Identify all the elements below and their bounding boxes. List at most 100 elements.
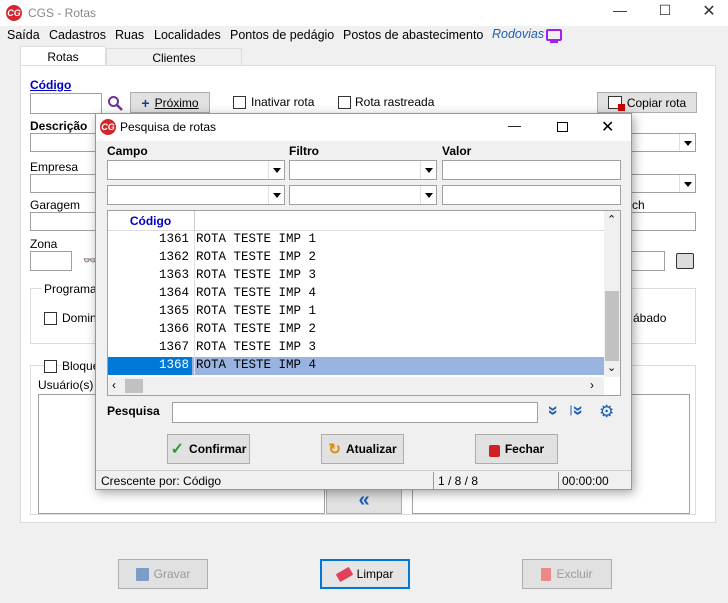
dialog-close-button[interactable]: ✕ bbox=[601, 117, 614, 137]
copiar-rota-button[interactable]: Copiar rota bbox=[597, 92, 697, 113]
search-dialog: CG Pesquisa de rotas — ✕ Campo Filtro Va… bbox=[95, 113, 632, 490]
menu-cadastros[interactable]: Cadastros bbox=[49, 28, 106, 42]
domingo-checkbox[interactable] bbox=[44, 312, 57, 325]
table-row[interactable]: 1366 ROTA TESTE IMP 2 bbox=[108, 321, 604, 339]
empresa-input[interactable] bbox=[30, 174, 96, 193]
gear-icon[interactable]: ⚙ bbox=[599, 402, 614, 422]
check-icon: ✓ bbox=[170, 441, 185, 458]
excluir-button[interactable]: Excluir bbox=[522, 559, 612, 589]
ch-input[interactable] bbox=[630, 212, 696, 231]
rastreada-checkbox[interactable] bbox=[338, 96, 351, 109]
row-desc: ROTA TESTE IMP 4 bbox=[196, 358, 317, 372]
eraser-icon bbox=[335, 566, 353, 582]
filtro-label: Filtro bbox=[289, 144, 319, 158]
close-button[interactable]: ✕ bbox=[690, 1, 728, 21]
limpar-button[interactable]: Limpar bbox=[320, 559, 410, 589]
grid-column-divider bbox=[194, 231, 195, 375]
bloqueio-label: Bloque bbox=[62, 359, 100, 373]
monitor-icon[interactable] bbox=[546, 29, 562, 41]
window-title: CGS - Rotas bbox=[28, 6, 97, 20]
dialog-minimize-button[interactable]: — bbox=[508, 118, 521, 133]
dialog-maximize-button[interactable] bbox=[557, 122, 568, 132]
refresh-icon: ↻ bbox=[328, 441, 341, 458]
table-row[interactable]: 1361 ROTA TESTE IMP 1 bbox=[108, 231, 604, 249]
search-icon[interactable] bbox=[107, 95, 123, 111]
move-left-button[interactable]: « bbox=[326, 486, 402, 514]
table-row[interactable]: 1363 ROTA TESTE IMP 3 bbox=[108, 267, 604, 285]
vertical-scroll-thumb[interactable] bbox=[605, 291, 619, 361]
zona-label: Zona bbox=[30, 237, 58, 251]
minimize-button[interactable]: — bbox=[600, 2, 640, 18]
sabado-label: ábado bbox=[633, 311, 667, 325]
scroll-right-icon[interactable]: › bbox=[590, 378, 594, 392]
menu-localidades[interactable]: Localidades bbox=[154, 28, 221, 42]
filtro-select-1[interactable] bbox=[289, 160, 437, 180]
descricao-right-select[interactable] bbox=[630, 133, 696, 152]
printer-icon[interactable] bbox=[676, 253, 694, 269]
bloqueio-checkbox[interactable] bbox=[44, 360, 57, 373]
row-code: 1368 bbox=[108, 357, 192, 375]
menu-postos-abastecimento[interactable]: Postos de abastecimento bbox=[343, 28, 483, 42]
menu-rodovias[interactable]: Rodovias bbox=[492, 27, 544, 41]
row-code: 1366 bbox=[158, 322, 189, 336]
row-desc: ROTA TESTE IMP 2 bbox=[196, 322, 317, 336]
app-logo-icon: CG bbox=[6, 5, 22, 21]
zona-right-input[interactable] bbox=[630, 251, 665, 271]
proximo-label: Próximo bbox=[154, 95, 199, 110]
menu-ruas[interactable]: Ruas bbox=[115, 28, 144, 42]
grid-header-codigo[interactable]: Código bbox=[108, 214, 193, 228]
valor-input-1[interactable] bbox=[442, 160, 621, 180]
empresa-right-select[interactable] bbox=[630, 174, 696, 193]
campo-select-2[interactable] bbox=[107, 185, 285, 205]
rastreada-label: Rota rastreada bbox=[355, 95, 435, 109]
garagem-input[interactable] bbox=[30, 212, 96, 231]
tab-rotas[interactable]: Rotas bbox=[20, 46, 106, 66]
scroll-down-icon[interactable]: ⌄ bbox=[607, 361, 616, 374]
valor-input-2[interactable] bbox=[442, 185, 621, 205]
table-row[interactable]: 1365 ROTA TESTE IMP 1 bbox=[108, 303, 604, 321]
row-code: 1362 bbox=[158, 250, 189, 264]
title-bar: CG CGS - Rotas — ☐ ✕ bbox=[0, 0, 728, 26]
menu-pontos-pedagio[interactable]: Pontos de pedágio bbox=[230, 28, 334, 42]
menu-saida[interactable]: Saída bbox=[7, 28, 40, 42]
proximo-button[interactable]: + Próximo bbox=[130, 92, 210, 113]
row-desc: ROTA TESTE IMP 4 bbox=[196, 286, 317, 300]
row-code: 1364 bbox=[158, 286, 189, 300]
zona-input[interactable] bbox=[30, 251, 72, 271]
fechar-button[interactable]: Fechar bbox=[475, 434, 558, 464]
scroll-up-icon[interactable]: ⌃ bbox=[607, 213, 616, 226]
gravar-button[interactable]: Gravar bbox=[118, 559, 208, 589]
descricao-input[interactable] bbox=[30, 133, 96, 152]
valor-label: Valor bbox=[442, 144, 472, 158]
campo-select-1[interactable] bbox=[107, 160, 285, 180]
horizontal-scroll-thumb[interactable] bbox=[125, 379, 143, 393]
double-chevron-down-icon[interactable]: » bbox=[543, 405, 564, 415]
table-row-selected[interactable]: 1368 ROTA TESTE IMP 4 bbox=[108, 357, 604, 375]
double-chevron-down-underline-icon[interactable]: » bbox=[568, 405, 589, 415]
maximize-button[interactable]: ☐ bbox=[645, 2, 685, 19]
copiar-label: Copiar rota bbox=[626, 95, 687, 110]
tab-clientes[interactable]: Clientes bbox=[106, 48, 242, 66]
limpar-label: Limpar bbox=[356, 567, 394, 581]
row-code: 1367 bbox=[158, 340, 189, 354]
confirmar-label: Confirmar bbox=[189, 442, 247, 456]
table-row[interactable]: 1362 ROTA TESTE IMP 2 bbox=[108, 249, 604, 267]
results-grid[interactable]: Código 1361 ROTA TESTE IMP 1 1362 ROTA TES… bbox=[107, 210, 621, 396]
row-desc: ROTA TESTE IMP 1 bbox=[196, 232, 317, 246]
table-row[interactable]: 1364 ROTA TESTE IMP 4 bbox=[108, 285, 604, 303]
row-code: 1363 bbox=[158, 268, 189, 282]
table-row[interactable]: 1367 ROTA TESTE IMP 3 bbox=[108, 339, 604, 357]
scroll-left-icon[interactable]: ‹ bbox=[112, 378, 116, 392]
atualizar-label: Atualizar bbox=[345, 442, 397, 456]
horizontal-scrollbar[interactable]: ‹ › bbox=[108, 377, 604, 395]
filtro-select-2[interactable] bbox=[289, 185, 437, 205]
codigo-input[interactable] bbox=[30, 93, 102, 114]
inativar-checkbox[interactable] bbox=[233, 96, 246, 109]
status-divider-2 bbox=[558, 472, 559, 489]
vertical-scrollbar[interactable]: ⌃ ⌄ bbox=[604, 211, 620, 377]
atualizar-button[interactable]: ↻ Atualizar bbox=[321, 434, 404, 464]
confirmar-button[interactable]: ✓ Confirmar bbox=[167, 434, 250, 464]
trash-icon bbox=[541, 567, 552, 581]
pesquisa-input[interactable] bbox=[172, 402, 538, 423]
status-divider-1 bbox=[433, 472, 434, 489]
